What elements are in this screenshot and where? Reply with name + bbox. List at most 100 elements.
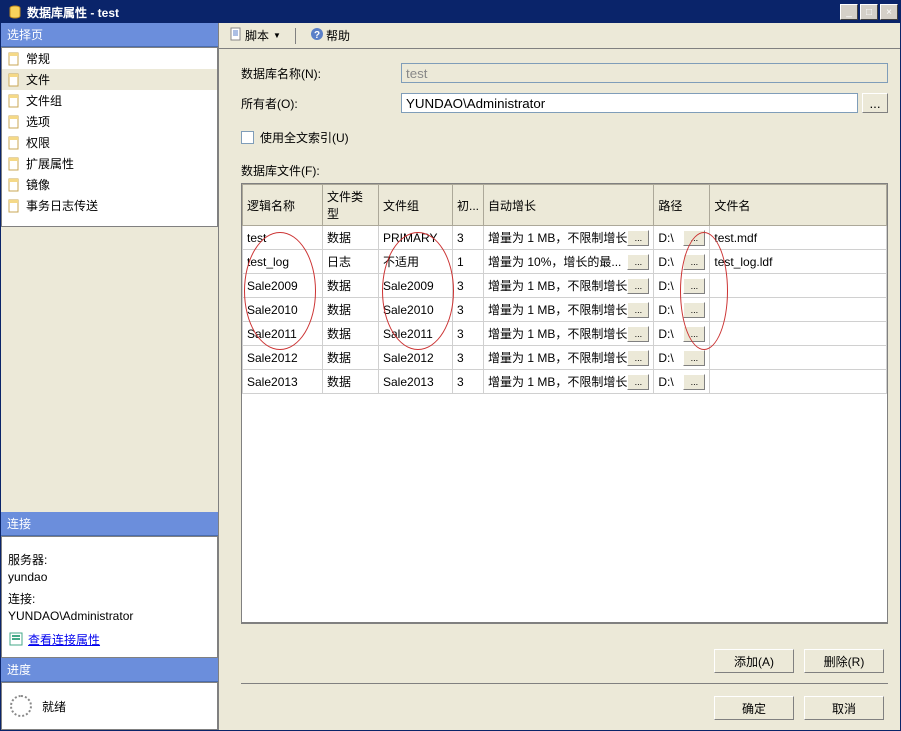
- cell-fileName[interactable]: test.mdf: [710, 226, 887, 250]
- cell-path[interactable]: D:\...: [654, 226, 710, 250]
- cell-path[interactable]: D:\...: [654, 298, 710, 322]
- view-connection-link[interactable]: 查看连接属性: [8, 631, 100, 648]
- cell-autoGrowth[interactable]: 增量为 1 MB，不限制增长...: [484, 298, 654, 322]
- col-auto-growth[interactable]: 自动增长: [484, 185, 654, 226]
- autogrowth-browse-button[interactable]: ...: [627, 278, 649, 294]
- table-row[interactable]: test数据PRIMARY3增量为 1 MB，不限制增长...D:\...tes…: [243, 226, 887, 250]
- nav-item-扩展属性[interactable]: 扩展属性: [2, 153, 217, 174]
- cell-path[interactable]: D:\...: [654, 370, 710, 394]
- cell-path[interactable]: D:\...: [654, 274, 710, 298]
- path-browse-button[interactable]: ...: [683, 302, 705, 318]
- cell-fileName[interactable]: [710, 346, 887, 370]
- path-browse-button[interactable]: ...: [683, 350, 705, 366]
- cell-initial[interactable]: 3: [453, 226, 484, 250]
- col-file-group[interactable]: 文件组: [379, 185, 453, 226]
- cell-initial[interactable]: 3: [453, 322, 484, 346]
- path-browse-button[interactable]: ...: [683, 326, 705, 342]
- maximize-button[interactable]: □: [860, 4, 878, 20]
- cell-fileType[interactable]: 数据: [323, 346, 379, 370]
- autogrowth-browse-button[interactable]: ...: [627, 230, 649, 246]
- autogrowth-browse-button[interactable]: ...: [627, 374, 649, 390]
- cell-fileType[interactable]: 数据: [323, 370, 379, 394]
- cell-fileType[interactable]: 日志: [323, 250, 379, 274]
- cell-initial[interactable]: 3: [453, 274, 484, 298]
- cell-logicalName[interactable]: Sale2013: [243, 370, 323, 394]
- path-browse-button[interactable]: ...: [683, 278, 705, 294]
- cancel-button[interactable]: 取消: [804, 696, 884, 720]
- cell-autoGrowth[interactable]: 增量为 1 MB，不限制增长...: [484, 346, 654, 370]
- cell-fileGroup[interactable]: Sale2012: [379, 346, 453, 370]
- col-file-name[interactable]: 文件名: [710, 185, 887, 226]
- col-initial[interactable]: 初...: [453, 185, 484, 226]
- nav-item-事务日志传送[interactable]: 事务日志传送: [2, 195, 217, 216]
- cell-fileGroup[interactable]: Sale2011: [379, 322, 453, 346]
- cell-fileGroup[interactable]: PRIMARY: [379, 226, 453, 250]
- close-button[interactable]: ×: [880, 4, 898, 20]
- autogrowth-browse-button[interactable]: ...: [627, 254, 649, 270]
- path-browse-button[interactable]: ...: [683, 374, 705, 390]
- cell-fileName[interactable]: [710, 322, 887, 346]
- titlebar[interactable]: 数据库属性 - test _ □ ×: [1, 1, 900, 23]
- owner-browse-button[interactable]: ...: [862, 93, 888, 113]
- files-table-container[interactable]: 逻辑名称 文件类型 文件组 初... 自动增长 路径 文件名 test数据PRI…: [241, 183, 888, 623]
- cell-initial[interactable]: 3: [453, 370, 484, 394]
- fulltext-checkbox[interactable]: [241, 131, 254, 144]
- files-table[interactable]: 逻辑名称 文件类型 文件组 初... 自动增长 路径 文件名 test数据PRI…: [242, 184, 887, 394]
- cell-fileName[interactable]: [710, 370, 887, 394]
- cell-fileType[interactable]: 数据: [323, 226, 379, 250]
- cell-fileGroup[interactable]: Sale2009: [379, 274, 453, 298]
- cell-logicalName[interactable]: test: [243, 226, 323, 250]
- owner-input[interactable]: [401, 93, 858, 113]
- nav-item-文件[interactable]: 文件: [2, 69, 217, 90]
- autogrowth-browse-button[interactable]: ...: [627, 350, 649, 366]
- cell-fileType[interactable]: 数据: [323, 298, 379, 322]
- remove-button[interactable]: 删除(R): [804, 649, 884, 673]
- cell-path[interactable]: D:\...: [654, 250, 710, 274]
- table-row[interactable]: Sale2009数据Sale20093增量为 1 MB，不限制增长...D:\.…: [243, 274, 887, 298]
- cell-autoGrowth[interactable]: 增量为 10%，增长的最......: [484, 250, 654, 274]
- nav-item-常规[interactable]: 常规: [2, 48, 217, 69]
- autogrowth-browse-button[interactable]: ...: [627, 302, 649, 318]
- cell-logicalName[interactable]: Sale2011: [243, 322, 323, 346]
- table-row[interactable]: Sale2011数据Sale20113增量为 1 MB，不限制增长...D:\.…: [243, 322, 887, 346]
- autogrowth-browse-button[interactable]: ...: [627, 326, 649, 342]
- nav-item-选项[interactable]: 选项: [2, 111, 217, 132]
- cell-autoGrowth[interactable]: 增量为 1 MB，不限制增长...: [484, 370, 654, 394]
- table-row[interactable]: Sale2013数据Sale20133增量为 1 MB，不限制增长...D:\.…: [243, 370, 887, 394]
- cell-logicalName[interactable]: Sale2012: [243, 346, 323, 370]
- cell-logicalName[interactable]: test_log: [243, 250, 323, 274]
- nav-list[interactable]: 常规文件文件组选项权限扩展属性镜像事务日志传送: [1, 47, 218, 227]
- minimize-button[interactable]: _: [840, 4, 858, 20]
- table-row[interactable]: Sale2010数据Sale20103增量为 1 MB，不限制增长...D:\.…: [243, 298, 887, 322]
- cell-fileName[interactable]: [710, 298, 887, 322]
- col-logical-name[interactable]: 逻辑名称: [243, 185, 323, 226]
- ok-button[interactable]: 确定: [714, 696, 794, 720]
- cell-fileGroup[interactable]: 不适用: [379, 250, 453, 274]
- cell-path[interactable]: D:\...: [654, 346, 710, 370]
- cell-fileType[interactable]: 数据: [323, 322, 379, 346]
- cell-path[interactable]: D:\...: [654, 322, 710, 346]
- col-path[interactable]: 路径: [654, 185, 710, 226]
- cell-autoGrowth[interactable]: 增量为 1 MB，不限制增长...: [484, 274, 654, 298]
- nav-item-镜像[interactable]: 镜像: [2, 174, 217, 195]
- cell-initial[interactable]: 3: [453, 298, 484, 322]
- help-button[interactable]: ? 帮助: [306, 25, 354, 46]
- path-browse-button[interactable]: ...: [683, 254, 705, 270]
- cell-fileGroup[interactable]: Sale2010: [379, 298, 453, 322]
- nav-item-权限[interactable]: 权限: [2, 132, 217, 153]
- col-file-type[interactable]: 文件类型: [323, 185, 379, 226]
- cell-initial[interactable]: 3: [453, 346, 484, 370]
- cell-logicalName[interactable]: Sale2009: [243, 274, 323, 298]
- path-browse-button[interactable]: ...: [683, 230, 705, 246]
- cell-fileName[interactable]: test_log.ldf: [710, 250, 887, 274]
- cell-logicalName[interactable]: Sale2010: [243, 298, 323, 322]
- nav-item-文件组[interactable]: 文件组: [2, 90, 217, 111]
- horizontal-scrollbar[interactable]: [241, 623, 888, 639]
- cell-autoGrowth[interactable]: 增量为 1 MB，不限制增长...: [484, 226, 654, 250]
- table-row[interactable]: test_log日志不适用1增量为 10%，增长的最......D:\...te…: [243, 250, 887, 274]
- cell-autoGrowth[interactable]: 增量为 1 MB，不限制增长...: [484, 322, 654, 346]
- script-dropdown[interactable]: 脚本 ▼: [225, 25, 285, 46]
- cell-fileGroup[interactable]: Sale2013: [379, 370, 453, 394]
- cell-fileName[interactable]: [710, 274, 887, 298]
- cell-initial[interactable]: 1: [453, 250, 484, 274]
